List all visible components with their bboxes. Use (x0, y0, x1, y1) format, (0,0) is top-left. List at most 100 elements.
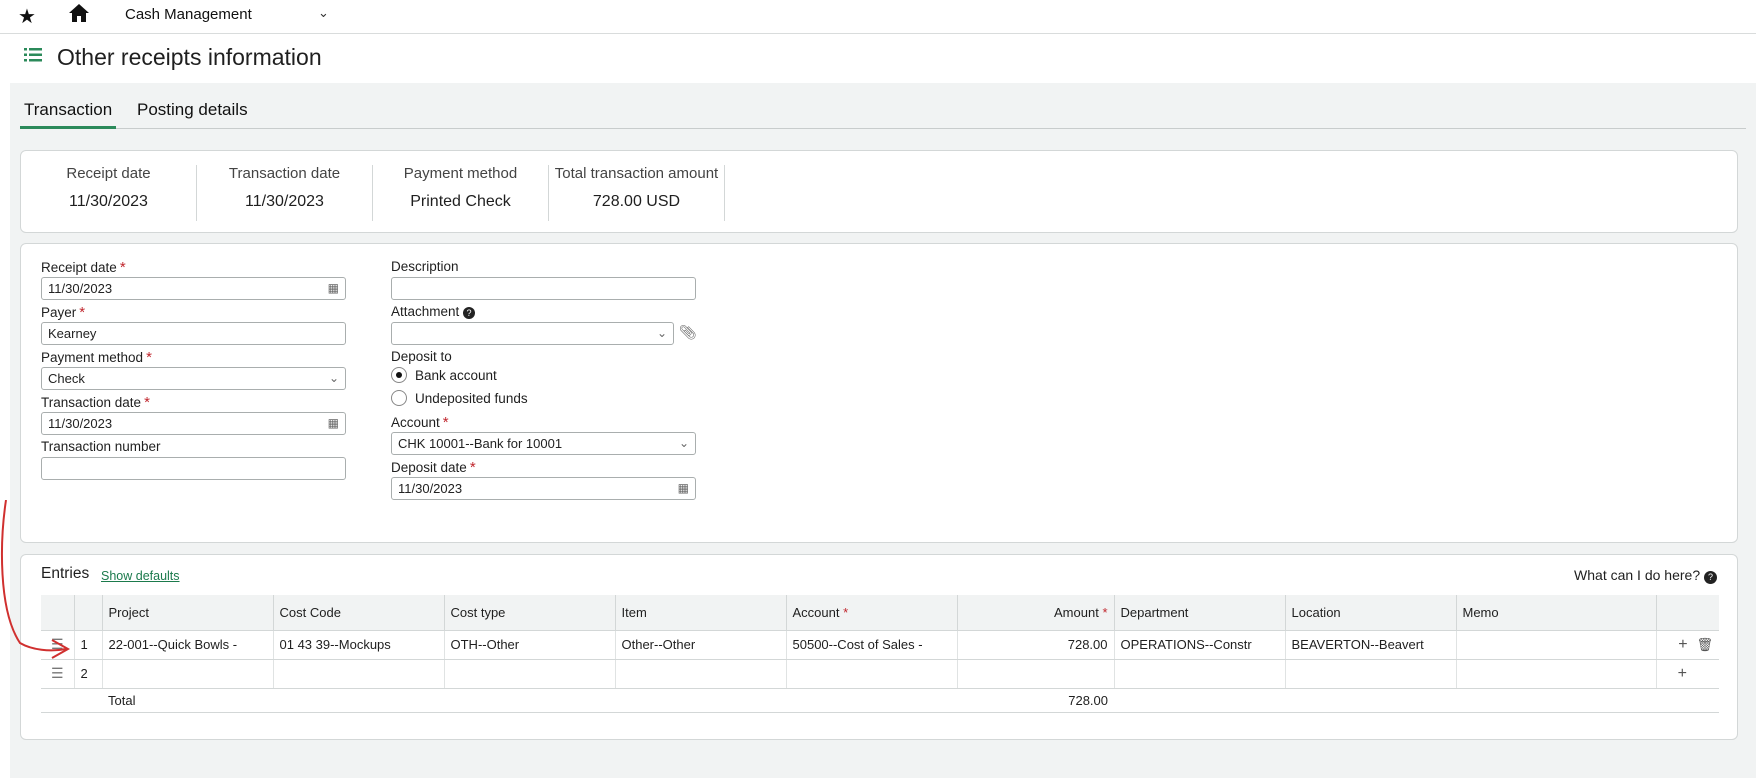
column-header-item: Item (615, 595, 787, 631)
page-content: Other receipts information Transaction P… (10, 35, 1756, 778)
column-header-amount: Amount * (957, 595, 1115, 631)
chevron-down-icon: ⌄ (656, 326, 667, 340)
description-label: Description (391, 259, 459, 274)
list-menu-icon[interactable] (24, 47, 42, 68)
help-icon: ? (1704, 571, 1717, 584)
paperclip-icon[interactable]: 📎︎ (679, 324, 697, 341)
tab-bar: Transaction Posting details (20, 99, 1746, 129)
row-actions: + (1656, 659, 1719, 689)
cell-account[interactable] (786, 659, 958, 689)
summary-label: Total transaction amount (554, 165, 719, 182)
page-header: Other receipts information (10, 35, 1756, 83)
summary-label: Transaction date (228, 165, 341, 182)
payment-method-label: Payment method * (41, 349, 152, 366)
column-header-project: Project (102, 595, 274, 631)
account-select[interactable]: CHK 10001--Bank for 10001 ⌄ (391, 432, 696, 455)
calendar-icon[interactable]: ▦ (328, 281, 339, 295)
add-row-icon[interactable]: + (1678, 665, 1687, 682)
total-row: Total 728.00 (41, 688, 1719, 713)
cell-cost-code[interactable]: 01 43 39--Mockups (273, 630, 445, 660)
cell-cost-code[interactable] (273, 659, 445, 689)
module-selector-label[interactable]: Cash Management (125, 6, 252, 23)
calendar-icon[interactable]: ▦ (328, 416, 339, 430)
cell-location[interactable]: BEAVERTON--Beavert (1285, 630, 1457, 660)
undeposited-funds-radio-label: Undeposited funds (415, 391, 528, 406)
cell-project[interactable] (102, 659, 274, 689)
column-header-account: Account * (786, 595, 958, 631)
column-header-cost-type: Cost type (444, 595, 616, 631)
cell-item[interactable] (615, 659, 787, 689)
receipt-date-label: Receipt date * (41, 259, 126, 276)
total-label: Total (102, 688, 273, 713)
help-link[interactable]: What can I do here? ? (1574, 567, 1717, 584)
transaction-form: Receipt date * 11/30/2023 ▦ Payer * Kearney… (20, 243, 1738, 543)
summary-receipt-date: Receipt date 11/30/2023 (21, 165, 197, 221)
bank-account-radio-label: Bank account (415, 368, 497, 383)
summary-payment-method: Payment method Printed Check (373, 165, 549, 221)
column-header-memo: Memo (1456, 595, 1657, 631)
payer-field[interactable]: Kearney (41, 322, 346, 345)
deposit-to-label: Deposit to (391, 349, 452, 364)
delete-row-icon[interactable]: 🗑︎ (1696, 637, 1713, 652)
cell-department[interactable] (1114, 659, 1286, 689)
attachment-label: Attachment ? (391, 304, 476, 319)
entries-panel: Entries Show defaults What can I do here… (20, 554, 1738, 740)
cell-department[interactable]: OPERATIONS--Constr (1114, 630, 1286, 660)
cell-amount[interactable] (957, 659, 1115, 689)
star-icon[interactable]: ★ (18, 4, 36, 29)
summary-total-amount: Total transaction amount 728.00 USD (549, 165, 725, 221)
table-row: ☰ 1 22-001--Quick Bowls - 01 43 39--Mock… (41, 630, 1719, 660)
home-icon[interactable] (68, 3, 90, 28)
summary-panel: Receipt date 11/30/2023 Transaction date… (20, 150, 1738, 233)
table-row: ☰ 2 + (41, 659, 1719, 689)
cell-item[interactable]: Other--Other (615, 630, 787, 660)
summary-label: Payment method (403, 165, 518, 182)
cell-cost-type[interactable]: OTH--Other (444, 630, 616, 660)
line-number: 2 (74, 659, 103, 689)
cell-cost-type[interactable] (444, 659, 616, 689)
actions-header (1656, 595, 1719, 631)
summary-value: 11/30/2023 (69, 193, 148, 210)
top-navigation-bar: ★ Cash Management ⌄ (0, 0, 1756, 34)
column-header-location: Location (1285, 595, 1457, 631)
description-field[interactable] (391, 277, 696, 300)
entries-table: Project Cost Code Cost type Item Account… (41, 595, 1719, 713)
transaction-number-label: Transaction number (41, 439, 161, 454)
cell-memo[interactable] (1456, 630, 1657, 660)
deposit-date-field[interactable]: 11/30/2023 ▦ (391, 477, 696, 500)
cell-memo[interactable] (1456, 659, 1657, 689)
chevron-down-icon: ⌄ (678, 436, 689, 450)
cell-account[interactable]: 50500--Cost of Sales - (786, 630, 958, 660)
receipt-date-field[interactable]: 11/30/2023 ▦ (41, 277, 346, 300)
transaction-number-field[interactable] (41, 457, 346, 480)
cell-location[interactable] (1285, 659, 1457, 689)
attachment-select[interactable]: ⌄ (391, 322, 674, 345)
column-header-department: Department (1114, 595, 1286, 631)
chevron-down-icon[interactable]: ⌄ (318, 5, 329, 21)
calendar-icon[interactable]: ▦ (678, 481, 689, 495)
annotation-arrow (0, 500, 71, 659)
cell-amount[interactable]: 728.00 (957, 630, 1115, 660)
tab-transaction[interactable]: Transaction (20, 99, 117, 129)
transaction-date-field[interactable]: 11/30/2023 ▦ (41, 412, 346, 435)
add-row-icon[interactable]: + (1678, 636, 1687, 653)
summary-label: Receipt date (66, 165, 151, 182)
summary-value: Printed Check (410, 193, 511, 210)
show-defaults-link[interactable]: Show defaults (101, 569, 180, 583)
undeposited-funds-radio[interactable] (391, 390, 407, 406)
summary-value: 728.00 USD (592, 193, 681, 210)
chevron-down-icon: ⌄ (328, 371, 339, 385)
cell-project[interactable]: 22-001--Quick Bowls - (102, 630, 274, 660)
help-icon[interactable]: ? (463, 307, 476, 319)
table-header-row: Project Cost Code Cost type Item Account… (41, 595, 1719, 631)
drag-handle-icon[interactable]: ☰ (41, 659, 75, 689)
payment-method-select[interactable]: Check ⌄ (41, 367, 346, 390)
tab-posting-details[interactable]: Posting details (133, 99, 252, 129)
payer-label: Payer * (41, 304, 86, 321)
bank-account-radio[interactable] (391, 367, 407, 383)
total-amount: 728.00 (957, 688, 1114, 713)
row-actions: + 🗑︎ (1656, 630, 1719, 660)
deposit-date-label: Deposit date * (391, 459, 476, 476)
transaction-date-label: Transaction date * (41, 394, 150, 411)
summary-value: 11/30/2023 (245, 193, 324, 210)
